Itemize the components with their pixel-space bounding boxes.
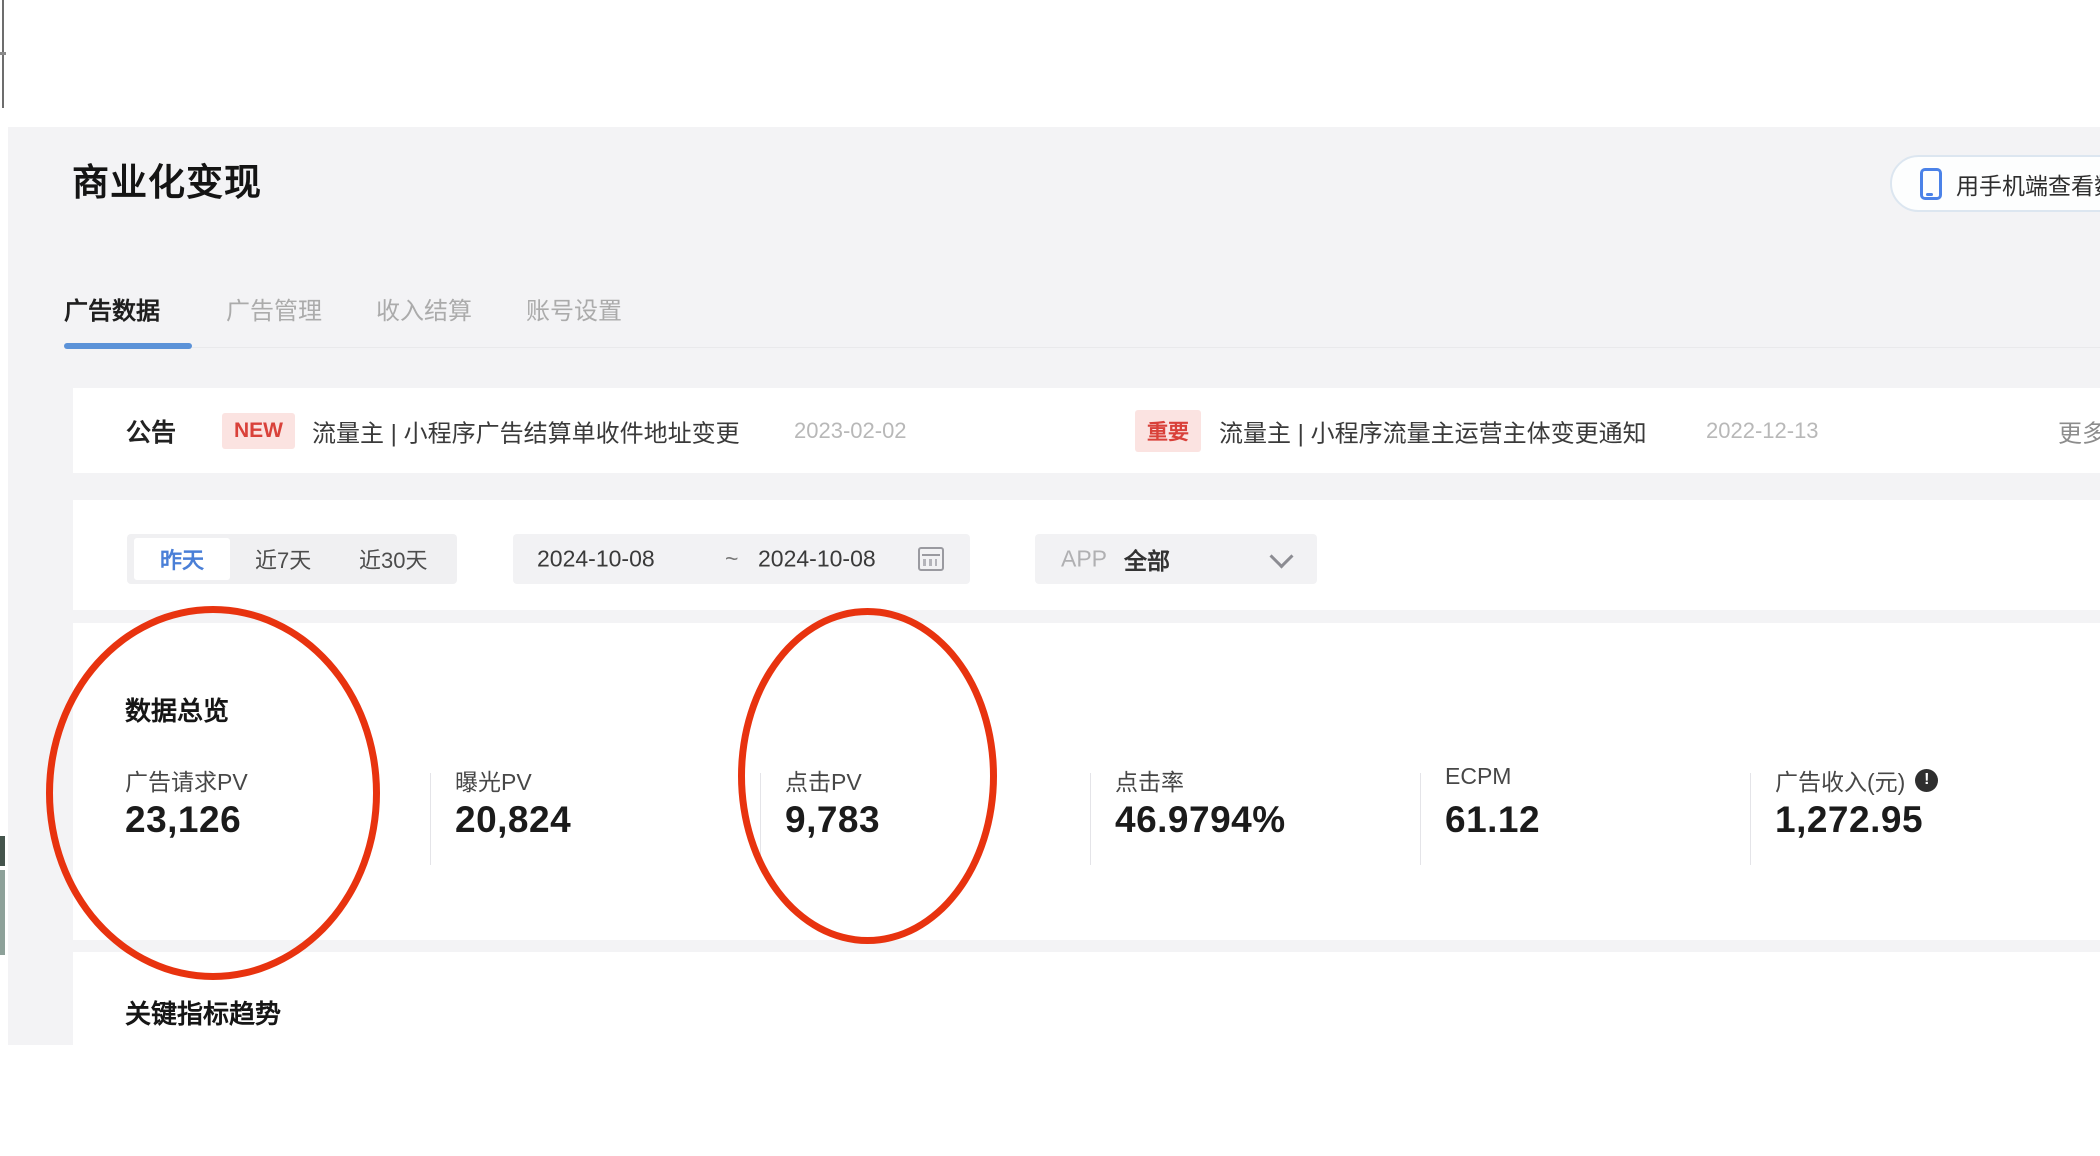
date-start-value[interactable]: 2024-10-08 (537, 546, 655, 573)
announcement-date: 2023-02-02 (794, 417, 907, 443)
announcement-bar: 公告 NEW 流量主 | 小程序广告结算单收件地址变更 2023-02-02 重… (73, 388, 2100, 473)
chevron-down-icon (1269, 544, 1294, 569)
app-filter-select[interactable]: APP 全部 (1035, 534, 1317, 584)
left-edge-mark (0, 52, 6, 55)
announcement-title: 公告 (126, 418, 177, 447)
metric-label-exposure-pv: 曝光PV (455, 769, 532, 795)
tab-account-settings[interactable]: 账号设置 (526, 291, 622, 326)
metric-divider (1090, 773, 1091, 865)
date-end-value[interactable]: 2024-10-08 (758, 546, 876, 573)
left-edge-artifact (0, 870, 5, 955)
info-icon[interactable]: ! (1915, 768, 1939, 792)
date-separator: ~ (725, 545, 739, 572)
metric-value-exposure-pv: 20,824 (455, 799, 572, 840)
tab-revenue-settlement[interactable]: 收入结算 (376, 291, 472, 326)
announcement-link[interactable]: 流量主 | 小程序流量主运营主体变更通知 (1219, 413, 1647, 448)
metric-divider (430, 773, 431, 865)
announcement-link[interactable]: 流量主 | 小程序广告结算单收件地址变更 (312, 413, 740, 448)
date-range-segmented-control: 昨天 近7天 近30天 (127, 534, 457, 584)
metric-value-ctr: 46.9794% (1115, 799, 1286, 840)
badge-important: 重要 (1135, 409, 1201, 452)
page-title: 商业化变现 (72, 162, 262, 203)
calendar-icon[interactable] (918, 547, 944, 571)
range-30days-button[interactable]: 近30天 (359, 543, 427, 575)
app-filter-value: 全部 (1124, 548, 1170, 574)
active-tab-underline (64, 343, 192, 349)
metric-value-ad-revenue: 1,272.95 (1775, 799, 1924, 840)
range-yesterday-button[interactable]: 昨天 (134, 538, 230, 580)
left-edge-artifact (0, 836, 5, 866)
app-filter-label: APP (1061, 545, 1108, 572)
metric-label-ad-revenue: 广告收入(元) ! (1775, 763, 1939, 797)
metric-value-ecpm: 61.12 (1445, 799, 1541, 840)
metric-divider (1420, 773, 1421, 865)
view-on-mobile-label: 用手机端查看数据 (1956, 172, 2100, 199)
key-trend-card: 关键指标趋势 (73, 952, 2100, 1045)
badge-new: NEW (222, 412, 295, 449)
announcement-more-link[interactable]: 更多 (2058, 413, 2100, 448)
phone-icon (1920, 167, 1942, 200)
tab-ad-data[interactable]: 广告数据 (64, 291, 160, 326)
metric-divider (1750, 773, 1751, 865)
annotation-circle-click-pv (738, 608, 997, 944)
annotation-circle-ad-request-pv (46, 606, 380, 980)
announcement-date: 2022-12-13 (1706, 417, 1819, 443)
tabbar-divider (64, 347, 2100, 348)
view-on-mobile-button[interactable]: 用手机端查看数据 (1890, 155, 2100, 212)
tab-ad-management[interactable]: 广告管理 (226, 291, 322, 326)
metric-label-ad-revenue-text: 广告收入(元) (1775, 769, 1906, 795)
trend-section-title: 关键指标趋势 (125, 999, 282, 1029)
metric-label-ecpm: ECPM (1445, 763, 1512, 789)
range-7days-button[interactable]: 近7天 (255, 543, 311, 575)
date-range-picker[interactable]: 2024-10-08 ~ 2024-10-08 (513, 534, 970, 584)
filter-bar: 昨天 近7天 近30天 2024-10-08 ~ 2024-10-08 APP … (73, 500, 2100, 610)
metric-label-ctr: 点击率 (1115, 769, 1184, 795)
